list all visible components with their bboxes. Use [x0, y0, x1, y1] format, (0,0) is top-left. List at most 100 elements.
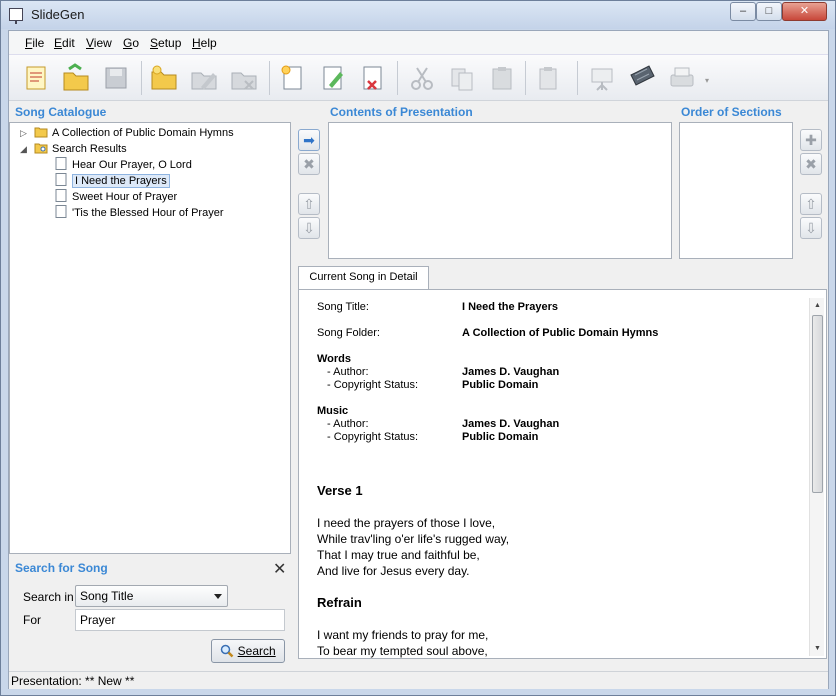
verse-heading: Verse 1 — [317, 483, 363, 498]
order-of-sections-list[interactable] — [679, 122, 793, 259]
move-up-button[interactable]: ⇧ — [298, 193, 320, 215]
search-input[interactable]: Prayer — [75, 609, 285, 631]
remove-from-presentation-button[interactable]: ✖ — [298, 153, 320, 175]
status-bar: Presentation: ** New ** — [9, 671, 828, 689]
copy-icon[interactable] — [445, 61, 479, 95]
lyric-line: While trav'ling o'er life's rugged way, — [317, 532, 510, 546]
arrow-down-icon: ⇩ — [303, 220, 315, 236]
window-title: SlideGen — [31, 7, 85, 22]
lyric-line: That I may true and faithful be, — [317, 548, 480, 562]
search-heading: Search for Song — [15, 561, 108, 575]
menu-file[interactable]: File — [25, 36, 44, 50]
magnifier-icon — [221, 644, 234, 658]
music-heading: Music — [317, 405, 349, 417]
minimize-button[interactable]: – — [730, 2, 756, 21]
open-catalogue-icon[interactable] — [59, 61, 93, 95]
close-search-icon[interactable]: ✕ — [273, 559, 286, 579]
tab-current-song[interactable]: Current Song in Detail — [298, 266, 429, 289]
new-catalogue-icon[interactable] — [19, 61, 53, 95]
menu-bar: File Edit View Go Setup Help — [9, 31, 828, 55]
paste-icon[interactable] — [485, 61, 519, 95]
chevron-down-icon — [214, 594, 222, 599]
music-copyright-label: - Copyright Status: — [327, 431, 419, 443]
for-label: For — [23, 613, 41, 627]
move-down-button[interactable]: ⇩ — [298, 217, 320, 239]
song-catalogue-heading: Song Catalogue — [15, 105, 107, 119]
app-window: SlideGen – □ ✕ File Edit View Go Setup H… — [0, 0, 836, 696]
search-button[interactable]: Search — [211, 639, 285, 663]
song-folder-value: A Collection of Public Domain Hymns — [462, 327, 659, 339]
song-detail-panel: Song Title: I Need the Prayers Song Fold… — [298, 289, 827, 659]
arrow-up-icon: ⇧ — [805, 196, 817, 212]
song-document-icon — [55, 189, 67, 202]
print-icon[interactable] — [665, 61, 699, 95]
search-in-select[interactable]: Song Title — [75, 585, 228, 607]
words-author-value: James D. Vaughan — [462, 366, 560, 378]
tree-node-collection[interactable]: A Collection of Public Domain Hymns — [34, 125, 234, 141]
delete-folder-icon[interactable] — [227, 61, 261, 95]
lyric-line: To bear my tempted soul above, — [317, 644, 488, 658]
search-folder-icon — [34, 143, 48, 154]
tree-node-search-results[interactable]: Search Results — [34, 141, 127, 157]
collapse-icon[interactable]: ◢ — [20, 144, 27, 155]
words-copyright-value: Public Domain — [462, 379, 539, 391]
filmstrip-icon[interactable] — [625, 61, 659, 95]
search-panel: Search for Song ✕ Search in Song Title F… — [9, 555, 291, 665]
delete-song-icon[interactable] — [355, 61, 389, 95]
tree-node-song[interactable]: 'Tis the Blessed Hour of Prayer — [54, 205, 223, 221]
arrow-up-icon: ⇧ — [303, 196, 315, 212]
arrow-down-icon: ⇩ — [805, 220, 817, 236]
menu-setup[interactable]: Setup — [150, 36, 181, 50]
add-section-button[interactable]: ✚ — [800, 129, 822, 151]
song-title-value: I Need the Prayers — [462, 301, 558, 313]
save-catalogue-icon[interactable] — [99, 61, 133, 95]
app-icon — [9, 8, 23, 24]
scroll-thumb[interactable] — [812, 315, 823, 493]
lyric-line: And live for Jesus every day. — [317, 564, 470, 578]
scroll-down-arrow-icon[interactable]: ▼ — [810, 641, 825, 656]
section-up-button[interactable]: ⇧ — [800, 193, 822, 215]
presentation-contents-list[interactable] — [328, 122, 672, 259]
plus-icon: ✚ — [805, 132, 817, 148]
detail-scrollbar[interactable]: ▲ ▼ — [809, 298, 824, 656]
song-catalogue-tree[interactable]: ▷ A Collection of Public Domain Hymns ◢ … — [9, 122, 291, 554]
add-to-presentation-button[interactable]: ➡ — [298, 129, 320, 151]
arrow-right-icon: ➡ — [303, 132, 315, 148]
menu-help[interactable]: Help — [192, 36, 217, 50]
close-button[interactable]: ✕ — [782, 2, 827, 21]
cut-icon[interactable] — [405, 61, 439, 95]
song-document-icon — [55, 173, 67, 186]
edit-song-icon[interactable] — [315, 61, 349, 95]
tree-node-song-selected[interactable]: I Need the Prayers — [54, 173, 170, 189]
new-song-icon[interactable] — [275, 61, 309, 95]
tree-node-song[interactable]: Sweet Hour of Prayer — [54, 189, 177, 205]
section-down-button[interactable]: ⇩ — [800, 217, 822, 239]
song-title-label: Song Title: — [317, 301, 369, 313]
music-author-value: James D. Vaughan — [462, 418, 560, 430]
song-document-icon — [55, 157, 67, 170]
scroll-up-arrow-icon[interactable]: ▲ — [810, 298, 825, 313]
music-author-label: - Author: — [327, 418, 369, 430]
menu-view[interactable]: View — [86, 36, 112, 50]
print-dropdown-icon[interactable]: ▾ — [705, 76, 709, 85]
clipboard-icon[interactable] — [531, 61, 565, 95]
new-folder-icon[interactable] — [147, 61, 181, 95]
expand-icon[interactable]: ▷ — [20, 128, 27, 139]
contents-heading: Contents of Presentation — [330, 105, 473, 119]
menu-edit[interactable]: Edit — [54, 36, 75, 50]
refrain-heading: Refrain — [317, 595, 362, 610]
title-bar[interactable]: SlideGen – □ ✕ — [1, 1, 835, 29]
client-area: File Edit View Go Setup Help ▾ Song Cata… — [8, 30, 829, 689]
search-in-label: Search in — [23, 590, 74, 604]
maximize-button[interactable]: □ — [756, 2, 782, 21]
presentation-icon[interactable] — [585, 61, 619, 95]
rename-folder-icon[interactable] — [187, 61, 221, 95]
music-copyright-value: Public Domain — [462, 431, 539, 443]
menu-go[interactable]: Go — [123, 36, 139, 50]
remove-section-button[interactable]: ✖ — [800, 153, 822, 175]
lyric-line: I want my friends to pray for me, — [317, 628, 489, 642]
tree-node-song[interactable]: Hear Our Prayer, O Lord — [54, 157, 192, 173]
toolbar: ▾ — [9, 55, 828, 101]
words-author-label: - Author: — [327, 366, 369, 378]
words-heading: Words — [317, 353, 352, 365]
